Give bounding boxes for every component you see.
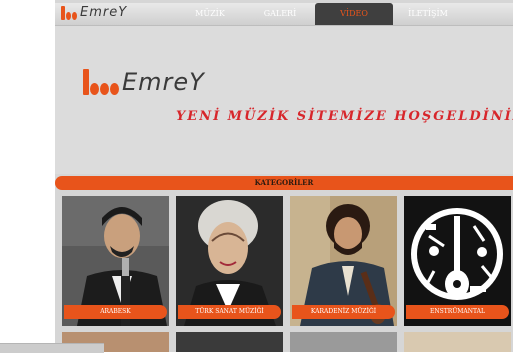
- hero-banner: EmreY YENİ MÜZİK SİTEMİZE HOŞGELDİNİZ: [55, 26, 513, 174]
- category-card-arabesk[interactable]: ARABESK: [62, 196, 169, 326]
- welcome-heading: YENİ MÜZİK SİTEMİZE HOŞGELDİNİZ: [176, 109, 513, 124]
- category-card-row2-2[interactable]: [176, 332, 283, 352]
- logo-icon: [83, 69, 119, 95]
- nav-item-muzik[interactable]: MÜZİK: [175, 3, 245, 25]
- category-card-karadeniz[interactable]: KARADENİZ MÜZİĞİ: [290, 196, 397, 326]
- header-logo[interactable]: EmreY: [61, 5, 127, 20]
- hero-logo-text: EmreY: [122, 68, 205, 96]
- nav-item-galeri[interactable]: GALERİ: [245, 3, 315, 25]
- hero-logo: EmreY: [83, 68, 205, 96]
- nav-item-video[interactable]: VİDEO: [315, 3, 393, 25]
- category-label: ENSTRÜMANTAL: [406, 305, 509, 319]
- category-card-enstrumantal[interactable]: ENSTRÜMANTAL: [404, 196, 511, 326]
- nav-item-iletisim[interactable]: İLETİŞİM: [393, 3, 463, 25]
- site-container: EmreY MÜZİK GALERİ VİDEO İLETİŞİM EmreY …: [55, 0, 513, 352]
- main-nav: MÜZİK GALERİ VİDEO İLETİŞİM: [175, 3, 463, 25]
- logo-icon: [61, 5, 77, 20]
- category-label: KARADENİZ MÜZİĞİ: [292, 305, 395, 319]
- category-label: TÜRK SANAT MÜZİĞİ: [178, 305, 281, 319]
- category-card-row2-4[interactable]: [404, 332, 511, 352]
- categories-header: KATEGORİLER: [55, 176, 513, 190]
- top-navigation-bar: EmreY MÜZİK GALERİ VİDEO İLETİŞİM: [55, 3, 513, 26]
- category-card-row2-3[interactable]: [290, 332, 397, 352]
- logo-text: EmreY: [80, 5, 128, 20]
- category-card-turk-sanat[interactable]: TÜRK SANAT MÜZİĞİ: [176, 196, 283, 326]
- category-label: ARABESK: [64, 305, 167, 319]
